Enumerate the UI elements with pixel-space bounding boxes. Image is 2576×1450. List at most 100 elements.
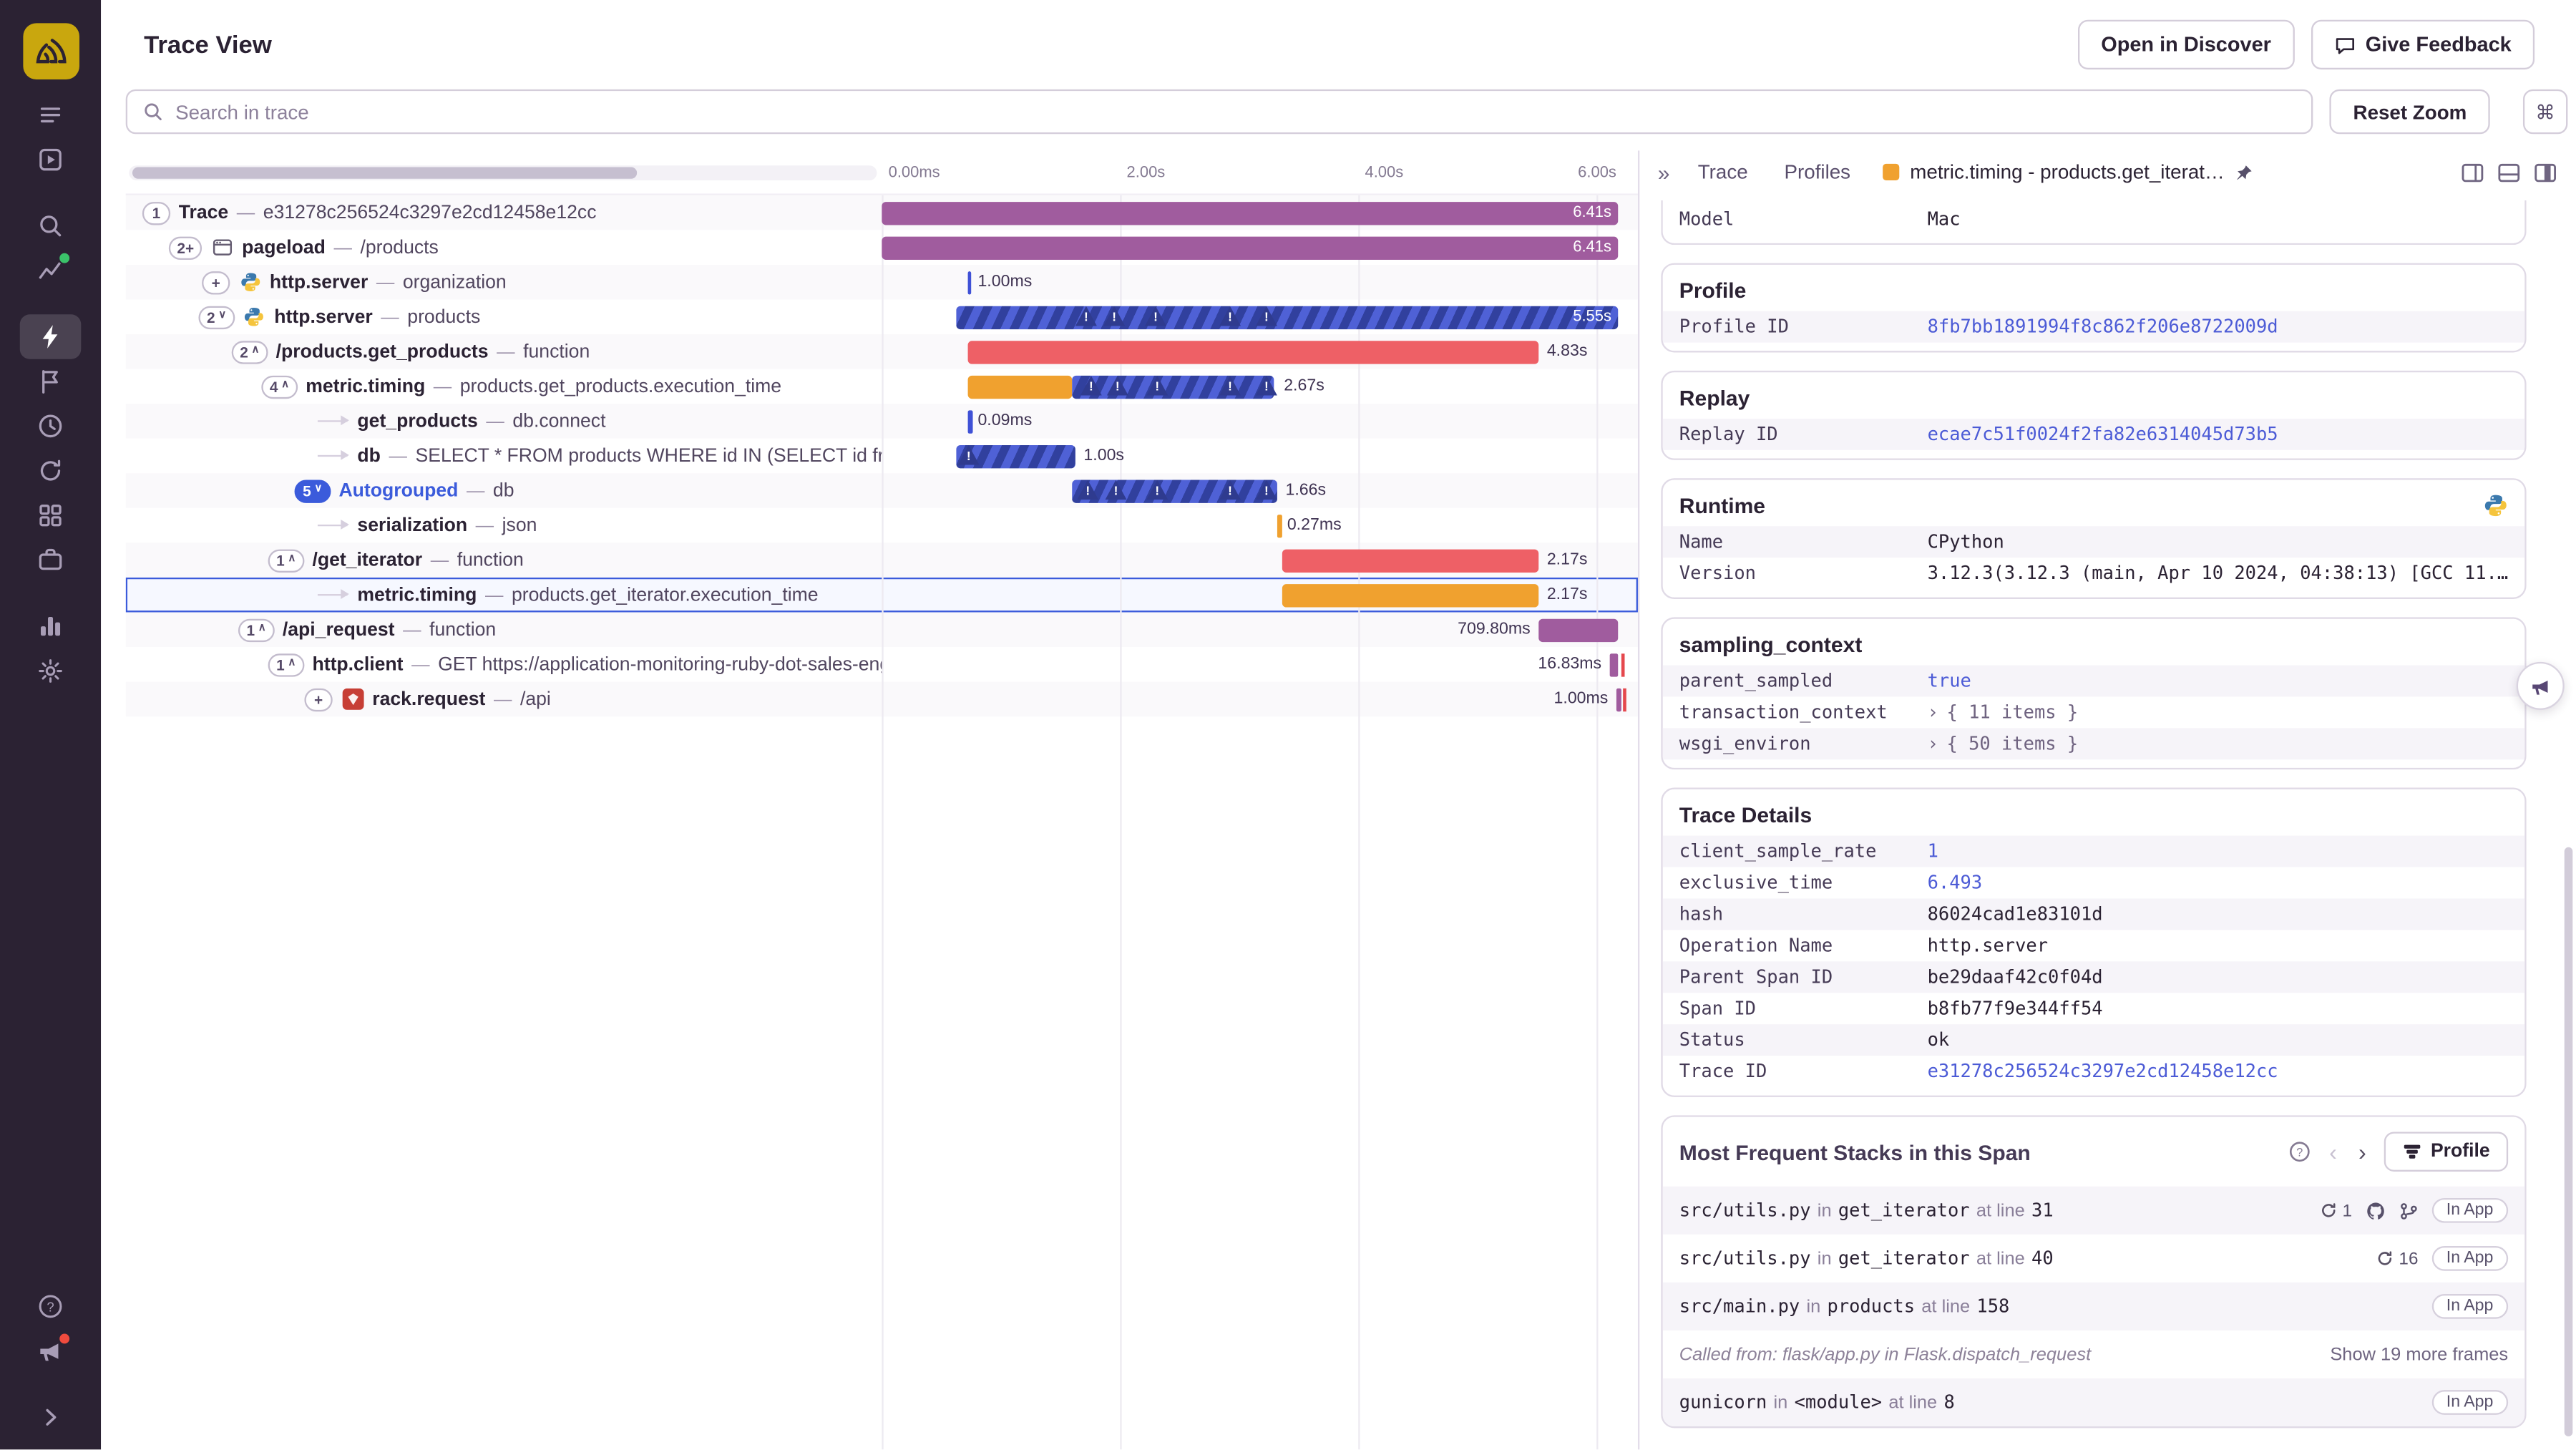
row-expand-chip[interactable]: 1 ∧ bbox=[268, 548, 304, 572]
span-op-color-swatch bbox=[1883, 163, 1901, 181]
row-expand-chip[interactable]: + bbox=[202, 271, 230, 294]
row-expand-chip[interactable]: 2 ∧ bbox=[231, 340, 268, 364]
row-expand-chip[interactable]: 2 ∨ bbox=[198, 305, 235, 329]
open-in-discover-button[interactable]: Open in Discover bbox=[2077, 19, 2295, 70]
detail-value[interactable]: ›{ 11 items } bbox=[1928, 701, 2079, 723]
profile-button[interactable]: Profile bbox=[2384, 1132, 2509, 1172]
span-bar[interactable] bbox=[1616, 687, 1621, 711]
trace-row[interactable]: 1 ∧ /get_iterator — function 2.17s bbox=[125, 542, 1638, 578]
tab-profiles[interactable]: Profiles bbox=[1767, 160, 1867, 183]
window-scrollbar-thumb[interactable] bbox=[2564, 847, 2573, 1436]
span-bar[interactable] bbox=[1538, 618, 1619, 641]
search-in-trace[interactable] bbox=[125, 89, 2314, 135]
waterfall-scrollbar-thumb[interactable] bbox=[132, 167, 638, 179]
sidebar-item-explore[interactable] bbox=[20, 203, 82, 248]
row-expand-chip[interactable]: 1 ∧ bbox=[238, 618, 275, 641]
trace-row[interactable]: 4 ∧ metric.timing — products.get_products.ex… bbox=[126, 369, 1638, 404]
row-expand-chip[interactable]: 4 ∧ bbox=[261, 374, 298, 399]
stack-frame-row[interactable]: src/main.py in products at line 158 In App bbox=[1662, 1282, 2525, 1330]
sidebar-item-collapse[interactable] bbox=[20, 1395, 82, 1439]
layout-sidebar-right-icon[interactable] bbox=[2455, 158, 2488, 186]
trace-row[interactable]: + http.server — organization 1.00ms bbox=[125, 264, 1638, 300]
sidebar-item-settings[interactable] bbox=[20, 648, 82, 693]
sidebar-item-performance[interactable] bbox=[19, 314, 82, 359]
trace-row[interactable]: 5 ∨ Autogrouped — db !!!!! 1.66s bbox=[125, 473, 1638, 508]
pin-icon[interactable] bbox=[2235, 163, 2253, 181]
trace-row[interactable]: get_products — db.connect 0.09ms bbox=[125, 404, 1638, 439]
span-bar[interactable] bbox=[967, 340, 1539, 364]
keyboard-shortcut-button[interactable]: ⌘ bbox=[2522, 89, 2568, 135]
next-stack-button[interactable]: › bbox=[2355, 1140, 2369, 1163]
row-expand-chip[interactable]: + bbox=[304, 687, 333, 711]
sidebar-item-dashboards[interactable] bbox=[20, 604, 82, 648]
sidebar-item-crons[interactable] bbox=[20, 449, 82, 493]
trace-row[interactable]: 2 ∧ /products.get_products — function 4.83s bbox=[125, 334, 1638, 369]
trace-row[interactable]: + rack.request — /api 1.00ms bbox=[125, 681, 1638, 717]
reset-zoom-button[interactable]: Reset Zoom bbox=[2330, 89, 2490, 135]
row-expand-chip[interactable]: 5 ∨ bbox=[294, 479, 331, 502]
span-bar[interactable] bbox=[1282, 548, 1539, 572]
search-input[interactable] bbox=[175, 99, 2297, 124]
detail-value[interactable]: 8fb7bb1891994f8c862f206e8722009d bbox=[1928, 316, 2278, 338]
tab-span-details[interactable]: metric.timing - products.get_iterat… bbox=[1870, 160, 2266, 184]
performance-icon bbox=[36, 323, 64, 351]
trace-row[interactable]: 1 ∧ http.client — GET https://application-mo… bbox=[126, 647, 1638, 682]
row-expand-chip[interactable]: 2+ bbox=[168, 235, 203, 259]
called-from-note: Called from: flask/app.py in Flask.dispa… bbox=[1679, 1344, 2092, 1365]
search-icon bbox=[142, 101, 164, 122]
tab-trace[interactable]: Trace bbox=[1682, 160, 1765, 183]
trace-row[interactable]: 2 ∨ http.server — products 5.55s!!!!! bbox=[126, 299, 1638, 334]
detail-value[interactable]: 6.493 bbox=[1928, 872, 1983, 893]
sidebar-item-stats[interactable] bbox=[20, 493, 82, 537]
span-bar[interactable] bbox=[1609, 653, 1619, 676]
trace-row[interactable]: 1 ∧ /api_request — function 709.80ms bbox=[125, 612, 1638, 648]
waterfall-scrollbar[interactable] bbox=[129, 165, 877, 181]
span-bar[interactable]: 6.41s bbox=[882, 235, 1619, 259]
detail-value[interactable]: 1 bbox=[1928, 841, 1938, 862]
prev-stack-button[interactable]: ‹ bbox=[2326, 1140, 2340, 1163]
give-feedback-button[interactable]: Give Feedback bbox=[2311, 19, 2535, 70]
trace-row[interactable]: metric.timing — products.get_iterator.exec… bbox=[125, 577, 1638, 613]
sidebar-item-whats-new[interactable] bbox=[20, 1329, 82, 1373]
trace-row[interactable]: 1 Trace — e31278c256524c3297e2cd12458e12cc 6… bbox=[125, 195, 1638, 230]
span-bar[interactable] bbox=[967, 409, 973, 433]
layout-drawer-right-icon[interactable] bbox=[2528, 158, 2561, 186]
span-bar[interactable] bbox=[1072, 479, 1277, 502]
tree-connector bbox=[317, 519, 349, 530]
detail-value[interactable]: e31278c256524c3297e2cd12458e12cc bbox=[1928, 1061, 2278, 1082]
row-expand-chip[interactable]: 1 ∧ bbox=[268, 653, 304, 676]
feedback-float-button[interactable] bbox=[2516, 661, 2565, 710]
sidebar-item-alerts[interactable] bbox=[20, 404, 82, 448]
github-icon[interactable] bbox=[2365, 1200, 2385, 1220]
layout-drawer-bottom-icon[interactable] bbox=[2492, 158, 2524, 186]
trace-row[interactable]: 2+ pageload — /products 6.41s bbox=[126, 230, 1638, 265]
span-bar[interactable] bbox=[1277, 513, 1282, 537]
row-expand-chip[interactable]: 1 bbox=[142, 200, 171, 225]
show-more-frames[interactable]: Show 19 more frames bbox=[2330, 1345, 2508, 1365]
sidebar-item-releases[interactable] bbox=[20, 359, 82, 404]
span-bar[interactable] bbox=[1282, 583, 1539, 607]
sidebar-item-help[interactable]: ? bbox=[20, 1284, 82, 1328]
source-link-icon[interactable] bbox=[2399, 1200, 2419, 1220]
sidebar-item-metrics[interactable] bbox=[20, 248, 82, 293]
collapse-drawer-icon[interactable]: » bbox=[1649, 160, 1678, 185]
stack-frame-row[interactable]: src/utils.py in get_iterator at line 31 1 In A… bbox=[1662, 1186, 2525, 1235]
span-bar[interactable] bbox=[967, 271, 972, 294]
detail-value[interactable]: ecae7c51f0024f2fa82e6314045d73b5 bbox=[1928, 424, 2278, 445]
detail-value[interactable]: ›{ 50 items } bbox=[1928, 733, 2079, 754]
span-bar[interactable]: 6.41s bbox=[882, 200, 1619, 225]
trace-row[interactable]: serialization — json 0.27ms bbox=[126, 508, 1638, 543]
stack-frame-row[interactable]: Called from: flask/app.py in Flask.dispa… bbox=[1663, 1330, 2525, 1378]
stack-frame-row[interactable]: src/utils.py in get_iterator at line 40 16 In … bbox=[1663, 1235, 2525, 1283]
sidebar-item-discover[interactable] bbox=[20, 537, 82, 582]
help-circle-icon[interactable]: ? bbox=[2288, 1140, 2311, 1163]
sidebar-item-issues[interactable] bbox=[20, 92, 82, 137]
sidebar-item-projects[interactable] bbox=[20, 137, 82, 182]
detail-value[interactable]: true bbox=[1928, 670, 1971, 691]
trace-row[interactable]: db — SELECT * FROM products WHERE id IN (S… bbox=[126, 439, 1638, 474]
span-bar[interactable] bbox=[967, 374, 1073, 399]
span-bar[interactable]: 5.55s bbox=[956, 305, 1619, 329]
stack-frame-row[interactable]: gunicorn in <module> at line 8 In App bbox=[1662, 1378, 2525, 1427]
trace-row-label: get_products — db.connect bbox=[126, 404, 882, 439]
sentry-logo[interactable] bbox=[22, 23, 79, 79]
